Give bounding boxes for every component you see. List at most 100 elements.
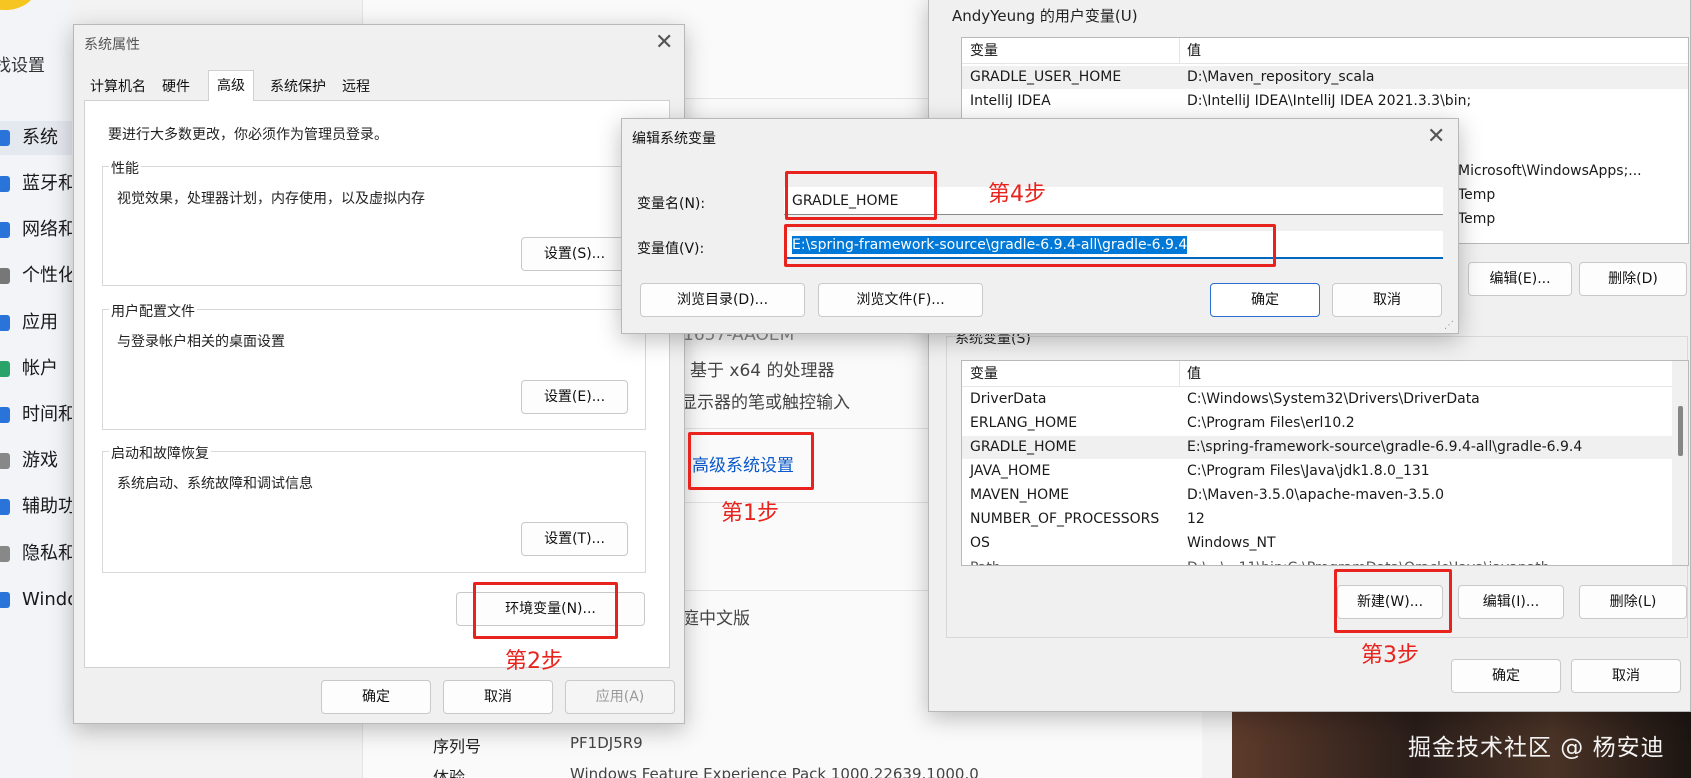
scrollbar-thumb[interactable] <box>1678 406 1683 456</box>
table-row[interactable]: GRADLE_USER_HOME D:\Maven_repository_scal… <box>962 66 1688 89</box>
variable-name-label: 变量名(N): <box>637 196 706 212</box>
row-variable: OS <box>970 535 990 551</box>
delete-variable-button[interactable]: 删除(L) <box>1579 585 1687 619</box>
row-variable: JAVA_HOME <box>970 463 1051 479</box>
clock-icon <box>0 407 10 423</box>
annotation-step3: 第3步 <box>1361 643 1419 668</box>
cancel-button[interactable]: 取消 <box>443 680 553 714</box>
env-ok-button[interactable]: 确定 <box>1451 659 1561 693</box>
table-row[interactable]: OS Windows_NT <box>962 532 1688 555</box>
column-header-value[interactable]: 值 <box>1187 38 1201 64</box>
find-settings-input[interactable]: 找设置 <box>0 50 68 82</box>
ok-button[interactable]: 确定 <box>321 680 431 714</box>
row-variable: NUMBER_OF_PROCESSORS <box>970 511 1160 527</box>
tab-hardware[interactable]: 硬件 <box>154 74 198 101</box>
table-row[interactable]: MAVEN_HOME D:\Maven-3.5.0\apache-maven-3.… <box>962 484 1688 507</box>
list-header: 变量 值 <box>962 38 1688 64</box>
processor-text: 基于 x64 的处理器 <box>690 361 835 381</box>
sidebar-item-accounts[interactable]: 帐户 <box>0 352 72 386</box>
annotation-box-step4-value <box>784 224 1276 267</box>
shield-icon <box>0 546 10 562</box>
apply-button[interactable]: 应用(A) <box>565 680 675 714</box>
column-header-variable[interactable]: 变量 <box>970 361 998 387</box>
annotation-box-step3 <box>1334 569 1452 633</box>
sidebar-item-bluetooth[interactable]: 蓝牙和 <box>0 167 72 201</box>
variable-value-label: 变量值(V): <box>637 241 705 257</box>
row-value: Temp <box>1458 211 1496 227</box>
table-row[interactable]: Path D:\...\...11\bin;C:\ProgramData\Orac… <box>962 557 1688 565</box>
system-variables-list[interactable]: 变量 值 DriverData C:\Windows\System32\Drive… <box>961 360 1689 566</box>
row-value: C:\Program Files\erl10.2 <box>1187 415 1355 431</box>
bluetooth-icon <box>0 176 10 192</box>
watermark-text: 掘金技术社区 @ 杨安迪 <box>1408 735 1665 761</box>
table-row[interactable]: JAVA_HOME C:\Program Files\Java\jdk1.8.0_… <box>962 460 1688 483</box>
user-edit-button[interactable]: 编辑(E)... <box>1468 262 1572 296</box>
row-value: D:\...\...11\bin;C:\ProgramData\Oracle\J… <box>1187 557 1563 565</box>
sidebar-item-time-language[interactable]: 时间和 <box>0 398 72 432</box>
edit-variable-button[interactable]: 编辑(I)... <box>1458 585 1564 619</box>
column-separator <box>1179 38 1180 64</box>
apps-icon <box>0 315 10 331</box>
tab-system-protection[interactable]: 系统保护 <box>262 74 334 101</box>
startup-recovery-title: 启动和故障恢复 <box>109 443 211 463</box>
row-variable: IntelliJ IDEA <box>970 93 1051 109</box>
edition-text: 庭中文版 <box>682 609 750 629</box>
sidebar-item-windows-update[interactable]: Windo <box>0 583 72 617</box>
sidebar-item-system[interactable]: 系统 <box>0 121 72 155</box>
brush-icon <box>0 268 10 284</box>
env-cancel-button[interactable]: 取消 <box>1571 659 1681 693</box>
tab-computer-name[interactable]: 计算机名 <box>82 74 154 101</box>
table-row[interactable]: DriverData C:\Windows\System32\Drivers\Dr… <box>962 388 1688 411</box>
sidebar-item-apps[interactable]: 应用 <box>0 306 72 340</box>
user-profiles-settings-button[interactable]: 设置(E)... <box>521 380 628 414</box>
performance-title: 性能 <box>109 158 141 178</box>
close-icon[interactable]: ✕ <box>1427 126 1445 148</box>
sidebar-item-network[interactable]: 网络和 <box>0 213 72 247</box>
column-header-variable[interactable]: 变量 <box>970 38 998 64</box>
close-icon[interactable]: ✕ <box>655 32 673 54</box>
row-value: Windows_NT <box>1187 535 1276 551</box>
dialog-title: 系统属性 <box>84 37 140 53</box>
serial-label: 序列号 <box>433 737 482 756</box>
user-profiles-desc: 与登录帐户相关的桌面设置 <box>117 334 285 350</box>
browse-directory-button[interactable]: 浏览目录(D)... <box>640 283 805 317</box>
table-row-selected[interactable]: GRADLE_HOME E:\spring-framework-source\gr… <box>962 436 1688 459</box>
windows-update-icon <box>0 592 10 608</box>
annotation-step1: 第1步 <box>721 501 779 526</box>
edit-ok-button[interactable]: 确定 <box>1210 283 1320 317</box>
scrollbar[interactable] <box>1672 361 1688 565</box>
admin-note: 要进行大多数更改，你必须作为管理员登录。 <box>108 127 388 143</box>
accessibility-icon <box>0 499 10 515</box>
row-variable: Path <box>970 557 1001 565</box>
performance-settings-button[interactable]: 设置(S)... <box>521 237 628 271</box>
column-header-value[interactable]: 值 <box>1187 361 1201 387</box>
row-variable: ERLANG_HOME <box>970 415 1078 431</box>
experience-value: Windows Feature Experience Pack 1000.226… <box>570 765 979 778</box>
avatar <box>0 0 36 10</box>
table-row[interactable]: NUMBER_OF_PROCESSORS 12 <box>962 508 1688 531</box>
row-value: Temp <box>1458 187 1496 203</box>
edit-cancel-button[interactable]: 取消 <box>1332 283 1442 317</box>
table-row[interactable]: IntelliJ IDEA D:\IntelliJ IDEA\IntelliJ I… <box>962 90 1688 113</box>
startup-recovery-desc: 系统启动、系统故障和调试信息 <box>117 476 313 492</box>
sidebar-item-privacy[interactable]: 隐私和 <box>0 537 72 571</box>
tab-remote[interactable]: 远程 <box>334 74 378 101</box>
startup-recovery-settings-button[interactable]: 设置(T)... <box>521 522 628 556</box>
resize-grip-icon[interactable]: ⋰ <box>1444 320 1454 331</box>
sidebar-item-personalization[interactable]: 个性化 <box>0 259 72 293</box>
sidebar-item-gaming[interactable]: 游戏 <box>0 444 72 478</box>
serial-value: PF1DJ5R9 <box>570 734 643 752</box>
row-variable: GRADLE_HOME <box>970 439 1077 455</box>
tab-advanced[interactable]: 高级 <box>208 70 254 101</box>
row-value: E:\spring-framework-source\gradle-6.9.4-… <box>1187 439 1583 455</box>
user-delete-button[interactable]: 删除(D) <box>1579 262 1687 296</box>
game-icon <box>0 453 10 469</box>
sidebar-item-accessibility[interactable]: 辅助功 <box>0 490 72 524</box>
settings-sidebar: 找设置 <box>0 0 72 778</box>
experience-label: 体验 <box>433 768 466 778</box>
row-value: Microsoft\WindowsApps;... <box>1458 163 1642 179</box>
browse-file-button[interactable]: 浏览文件(F)... <box>818 283 983 317</box>
table-row[interactable]: ERLANG_HOME C:\Program Files\erl10.2 <box>962 412 1688 435</box>
wifi-icon <box>0 222 10 238</box>
row-value: D:\Maven-3.5.0\apache-maven-3.5.0 <box>1187 487 1444 503</box>
